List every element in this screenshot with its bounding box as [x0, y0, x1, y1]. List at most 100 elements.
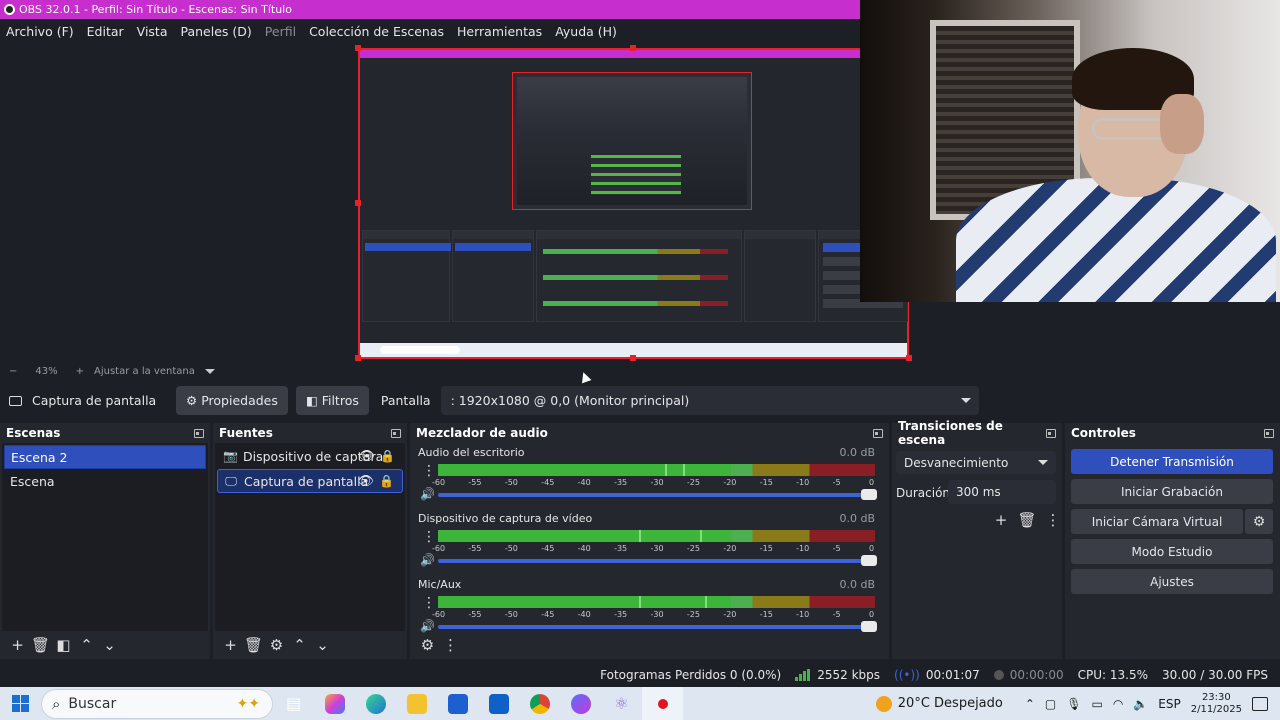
resize-handle[interactable]: [355, 355, 361, 361]
menu-vista[interactable]: Vista: [137, 24, 168, 39]
task-view-icon[interactable]: ▤: [273, 687, 314, 720]
source-item[interactable]: 📷 Dispositivo de captura 👁 🔒: [217, 444, 403, 468]
scene-item[interactable]: Escena: [4, 469, 206, 493]
scale-tick-label: -60: [432, 544, 446, 553]
kebab-menu-icon[interactable]: ⋮: [1040, 511, 1066, 529]
kebab-menu-icon[interactable]: ⋮: [422, 463, 436, 479]
arrow-up-icon[interactable]: ⌃: [288, 636, 311, 654]
zoom-fit-dropdown[interactable]: Ajustar a la ventana: [94, 366, 195, 377]
menu-editar[interactable]: Editar: [87, 24, 124, 39]
react-app-icon[interactable]: ⚛: [601, 687, 642, 720]
add-icon[interactable]: +: [219, 636, 242, 654]
menu-paneles[interactable]: Paneles (D): [181, 24, 252, 39]
start-recording-button[interactable]: Iniciar Grabación: [1071, 479, 1273, 504]
weather-widget[interactable]: 20°C Despejado: [875, 695, 1003, 712]
kebab-menu-icon[interactable]: ⋮: [422, 595, 436, 611]
menu-archivo[interactable]: Archivo (F): [6, 24, 74, 39]
transition-select[interactable]: Desvanecimiento: [896, 451, 1056, 474]
start-virtual-camera-button[interactable]: Iniciar Cámara Virtual: [1071, 509, 1243, 534]
cpu-usage: CPU: 13.5%: [1077, 668, 1149, 682]
chevron-down-icon: [1038, 460, 1048, 465]
scene-item[interactable]: Escena 2: [4, 445, 206, 469]
outlook-icon[interactable]: [478, 687, 519, 720]
file-explorer-icon[interactable]: [396, 687, 437, 720]
undock-icon[interactable]: [1264, 428, 1274, 438]
clock[interactable]: 23:30 2/11/2025: [1191, 692, 1242, 716]
resize-handle[interactable]: [906, 355, 912, 361]
trash-icon[interactable]: 🗑: [1014, 511, 1040, 529]
sparkle-icon: ✦✦: [236, 695, 260, 712]
volume-icon[interactable]: 🔈: [1133, 697, 1148, 711]
virtual-camera-settings-icon[interactable]: ⚙: [1245, 509, 1273, 534]
screen-capture-preview[interactable]: [358, 48, 909, 359]
edge-icon[interactable]: [355, 687, 396, 720]
advanced-audio-icon[interactable]: ⚙: [416, 636, 439, 654]
menu-ayuda[interactable]: Ayuda (H): [555, 24, 617, 39]
resize-handle[interactable]: [355, 45, 361, 51]
resize-handle[interactable]: [630, 45, 636, 51]
obs-recording-icon[interactable]: [642, 687, 683, 720]
tray-app-icon[interactable]: ▢: [1045, 697, 1056, 711]
messenger-icon[interactable]: [560, 687, 601, 720]
menu-herramientas[interactable]: Herramientas: [457, 24, 542, 39]
eye-icon[interactable]: 👁: [358, 449, 375, 464]
copilot-icon[interactable]: [314, 687, 355, 720]
undock-icon[interactable]: [873, 428, 883, 438]
volume-slider[interactable]: [438, 489, 877, 500]
zoom-in-button[interactable]: +: [76, 366, 84, 377]
lock-icon[interactable]: 🔒: [380, 449, 395, 463]
arrow-down-icon[interactable]: ⌄: [311, 636, 334, 654]
notifications-icon[interactable]: [1252, 696, 1268, 711]
trash-icon[interactable]: 🗑: [29, 636, 52, 654]
store-icon[interactable]: [437, 687, 478, 720]
undock-icon[interactable]: [391, 428, 401, 438]
volume-slider[interactable]: [438, 621, 877, 632]
scale-tick-label: 0: [869, 478, 875, 487]
kebab-menu-icon[interactable]: ⋮: [439, 636, 462, 654]
mic-icon[interactable]: 🎙: [1066, 697, 1081, 711]
scale-tick-label: -10: [796, 610, 810, 619]
menu-perfil[interactable]: Perfil: [265, 24, 296, 39]
filters-button[interactable]: ◧ Filtros: [295, 386, 369, 415]
fps: 30.00 / 30.00 FPS: [1162, 668, 1268, 682]
lock-icon[interactable]: 🔒: [379, 474, 394, 488]
filter-icon[interactable]: ◧: [52, 636, 75, 654]
language-indicator[interactable]: ESP: [1158, 697, 1180, 711]
resize-handle[interactable]: [355, 200, 361, 206]
kebab-menu-icon[interactable]: ⋮: [422, 529, 436, 545]
undock-icon[interactable]: [1046, 428, 1056, 438]
zoom-out-button[interactable]: −: [9, 366, 17, 377]
add-icon[interactable]: +: [6, 636, 29, 654]
properties-button[interactable]: ⚙ Propiedades: [176, 386, 288, 415]
source-item[interactable]: 🖵 Captura de pantalla 👁 🔒: [217, 469, 403, 493]
studio-mode-button[interactable]: Modo Estudio: [1071, 539, 1273, 564]
zoom-level: 43%: [35, 366, 58, 377]
undock-icon[interactable]: [194, 428, 204, 438]
eye-icon[interactable]: 👁: [357, 474, 374, 489]
battery-icon[interactable]: ▭: [1092, 697, 1103, 711]
trash-icon[interactable]: 🗑: [242, 636, 265, 654]
add-icon[interactable]: +: [988, 511, 1014, 529]
wifi-icon[interactable]: ◠: [1113, 697, 1123, 711]
arrow-down-icon[interactable]: ⌄: [98, 636, 121, 654]
taskbar-search[interactable]: ⌕ Buscar ✦✦: [41, 688, 273, 719]
resize-handle[interactable]: [630, 355, 636, 361]
stop-streaming-button[interactable]: Detener Transmisión: [1071, 449, 1273, 474]
speaker-icon[interactable]: 🔊: [420, 487, 435, 501]
speaker-icon[interactable]: 🔊: [420, 553, 435, 567]
menu-coleccion-escenas[interactable]: Colección de Escenas: [309, 24, 444, 39]
volume-slider[interactable]: [438, 555, 877, 566]
duration-spinbox[interactable]: 300 ms: [948, 480, 1056, 504]
volume-meter: [438, 530, 875, 542]
chrome-icon[interactable]: [519, 687, 560, 720]
windows-start-icon[interactable]: [12, 695, 29, 712]
webcam-feed[interactable]: [860, 0, 1280, 302]
settings-button[interactable]: Ajustes: [1071, 569, 1273, 594]
arrow-up-icon[interactable]: ⌃: [75, 636, 98, 654]
display-select[interactable]: : 1920x1080 @ 0,0 (Monitor principal): [440, 386, 979, 415]
audio-mixer-dock: Mezclador de audio Audio del escritorio …: [410, 423, 889, 659]
chevron-up-icon[interactable]: ⌃: [1025, 697, 1035, 711]
gear-icon[interactable]: ⚙: [265, 636, 288, 654]
filter-icon: ◧: [305, 393, 318, 408]
chevron-down-icon[interactable]: [204, 369, 215, 374]
